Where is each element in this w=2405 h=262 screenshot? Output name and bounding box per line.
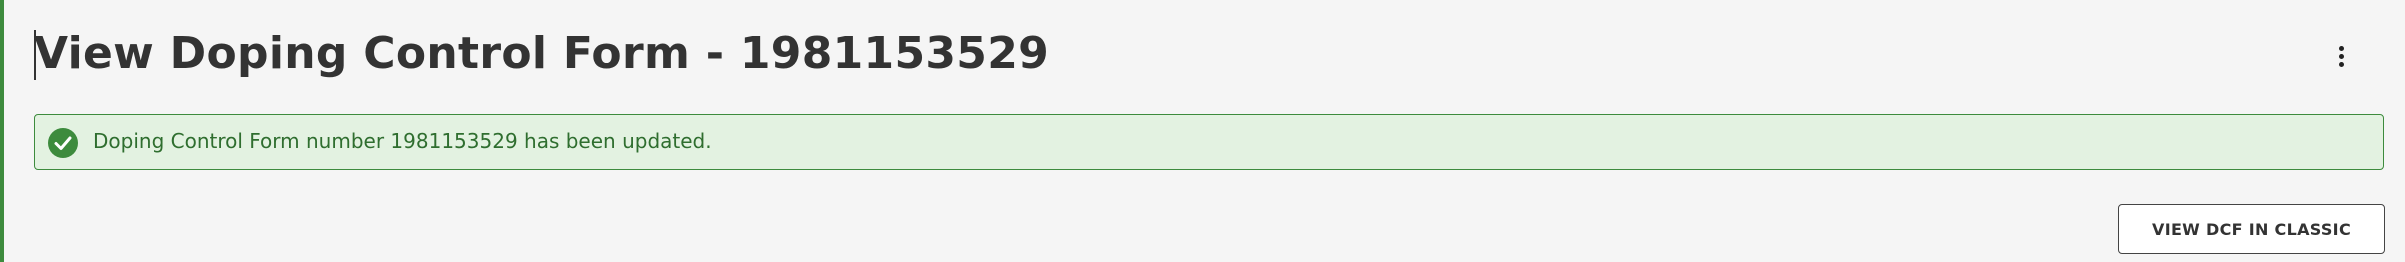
page-header: View Doping Control Form - 1981153529	[34, 26, 2371, 88]
page-title: View Doping Control Form - 1981153529	[34, 28, 1050, 79]
more-vertical-icon-dot	[2338, 61, 2344, 67]
view-dcf-in-classic-button[interactable]: VIEW DCF IN CLASSIC	[2118, 204, 2385, 254]
more-vertical-icon-dot	[2338, 53, 2344, 59]
more-options-button[interactable]	[2323, 36, 2359, 76]
check-circle-icon	[48, 128, 78, 158]
alert-message: Doping Control Form number 1981153529 ha…	[93, 129, 712, 153]
success-alert: Doping Control Form number 1981153529 ha…	[34, 114, 2384, 170]
more-vertical-icon	[2338, 45, 2344, 51]
left-accent-bar	[0, 0, 4, 262]
